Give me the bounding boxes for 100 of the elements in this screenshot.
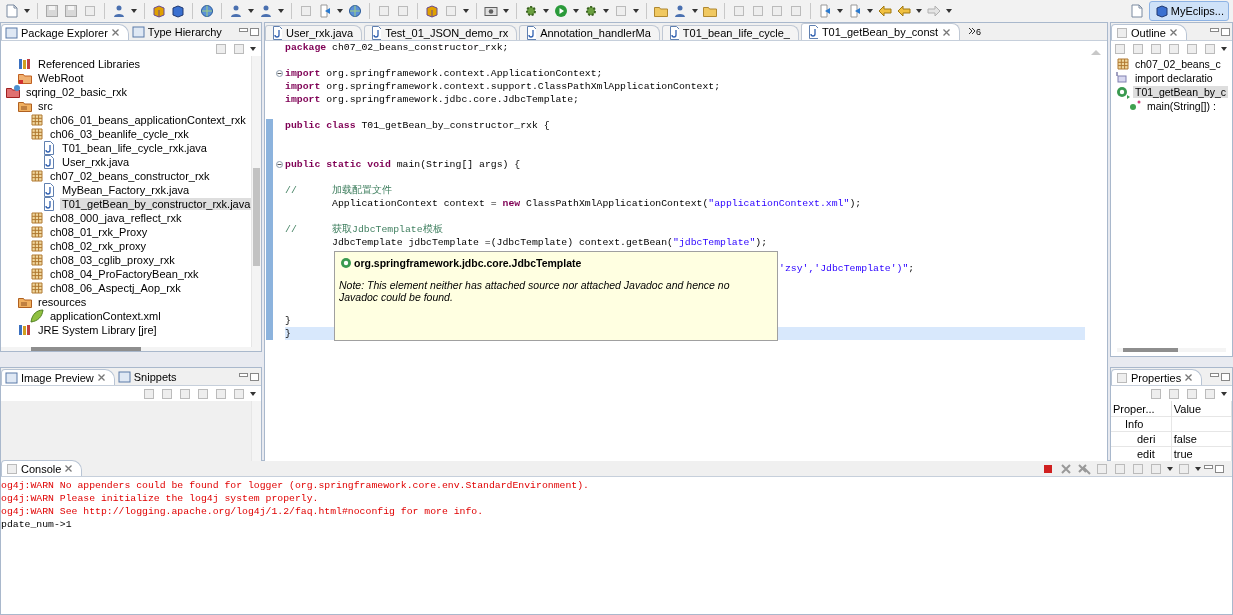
tree-item[interactable]: ch08_06_Aspectj_Aop_rxk <box>1 281 251 295</box>
package-icon <box>29 126 45 142</box>
view-tab[interactable]: Snippets <box>114 369 185 385</box>
tree-item[interactable]: ch06_03_beanlife_cycle_rxk <box>1 127 251 141</box>
tree-item[interactable]: ch08_000_java_reflect_rxk <box>1 211 251 225</box>
editor-tab[interactable]: Annotation_handlerMa <box>519 25 660 40</box>
tree-item[interactable]: sqring_02_basic_rxk <box>1 85 251 99</box>
column-header[interactable]: Proper... <box>1111 401 1172 417</box>
view-tab[interactable]: Type Hierarchy <box>128 24 230 40</box>
view-tab[interactable]: Properties <box>1111 369 1203 385</box>
books-icon <box>17 322 33 338</box>
close-icon[interactable] <box>96 373 106 382</box>
save-all-icon[interactable] <box>63 3 79 19</box>
maximize-icon[interactable] <box>1221 372 1230 381</box>
tree-item[interactable]: User_rxk.java <box>1 155 251 169</box>
property-name: deri <box>1111 431 1172 447</box>
tree-item[interactable]: ch07_02_beans_constructor_rxk <box>1 169 251 183</box>
close-icon[interactable] <box>942 27 952 37</box>
console-line: og4j:WARN See http://logging.apache.org/log4j/1.2/faq.html#noconfig for more info. <box>1 505 485 518</box>
hierarchy-icon <box>130 24 145 40</box>
package-icon <box>29 280 45 296</box>
file-icon <box>369 25 382 41</box>
view-tab[interactable]: Package Explorer <box>1 24 129 40</box>
view-tab[interactable]: Console <box>1 460 83 476</box>
editor-tab[interactable]: T01_bean_life_cycle_ <box>661 25 799 40</box>
file-icon <box>41 154 57 170</box>
console-line: og4j:WARN No appenders could be found for logger (org.springframework.core.env.StandardEnvironment). <box>1 479 590 492</box>
tree-item[interactable]: import declaratio <box>1111 71 1232 85</box>
code-line: ApplicationContext context = new ClassPathXmlApplicationContext("applicationContext.xml"); <box>331 197 863 210</box>
tree-item[interactable]: ch06_01_beans_applicationContext_rxk <box>1 113 251 127</box>
package-icon <box>29 112 45 128</box>
cube-icon[interactable] <box>151 3 167 19</box>
tree-item[interactable]: ch08_01_rxk_Proxy <box>1 225 251 239</box>
close-icon[interactable] <box>110 28 120 37</box>
editor-tab[interactable]: T01_getBean_by_const <box>800 23 961 40</box>
code-line: package ch07_02_beans_constructor_rxk; <box>285 41 510 54</box>
back-icon[interactable] <box>896 3 912 19</box>
file-icon <box>41 182 57 198</box>
debug-icon[interactable] <box>523 3 539 19</box>
tree-item[interactable]: Referenced Libraries <box>1 57 251 71</box>
tree-item[interactable]: main(String[]) : <box>1111 99 1232 113</box>
deploy-icon[interactable] <box>317 3 333 19</box>
person-icon[interactable] <box>111 3 127 19</box>
tree-item[interactable]: ch07_02_beans_c <box>1111 57 1232 71</box>
open-perspective-icon[interactable] <box>1128 3 1145 19</box>
minimize-icon[interactable] <box>1210 372 1219 377</box>
code-line: import org.springframework.context.ApplicationContext; <box>285 67 1085 80</box>
hierarchy-icon <box>116 369 131 385</box>
code-line: // 获取JdbcTemplate模板 <box>285 223 444 236</box>
perspective-button[interactable]: MyEclips... <box>1148 1 1229 21</box>
tree-item[interactable]: src <box>1 99 251 113</box>
close-icon[interactable] <box>64 464 74 473</box>
fold-icon[interactable] <box>276 161 283 168</box>
view-tab[interactable]: Outline <box>1111 24 1187 40</box>
run-icon[interactable] <box>553 3 569 19</box>
package-icon <box>29 238 45 254</box>
code-line: public static void main(String[] args) { <box>285 158 1085 171</box>
file-icon <box>270 25 282 41</box>
code-line: public class T01_getBean_by_constructor_rxk { <box>285 119 551 132</box>
last-edit-icon[interactable] <box>877 3 893 19</box>
tooltip-title: org.springframework.jdbc.core.JdbcTemplate <box>354 257 582 269</box>
close-icon[interactable] <box>1184 373 1194 382</box>
column-header[interactable]: Value <box>1171 401 1232 417</box>
editor-tab[interactable]: User_rxk.java <box>265 25 363 40</box>
maximize-icon[interactable] <box>250 372 259 381</box>
tooltip-note: Note: This element neither has attached source nor attached Javadoc and hence no Javadoc could be found. <box>339 279 731 303</box>
package-icon <box>29 168 45 184</box>
minimize-icon[interactable] <box>1210 27 1219 32</box>
console-line: pdate_num->1 <box>1 518 73 531</box>
tree-item[interactable]: MyBean_Factory_rxk.java <box>1 183 251 197</box>
view-tab[interactable]: Image Preview <box>1 369 115 385</box>
run-tool-icon[interactable] <box>583 3 599 19</box>
minimize-icon[interactable] <box>239 27 248 32</box>
editor-tab[interactable]: Test_01_JSON_demo_rx <box>364 25 518 40</box>
tree-item[interactable]: resources <box>1 295 251 309</box>
package-icon <box>29 266 45 282</box>
code-line: JdbcTemplate jdbcTemplate =(JdbcTemplate) context.getBean("jdbcTemplate"); <box>331 236 769 249</box>
more-tabs-button[interactable]: 6 <box>968 26 982 37</box>
cube-icon[interactable] <box>170 3 186 19</box>
maximize-icon[interactable] <box>1221 27 1230 36</box>
tree-item[interactable]: WebRoot <box>1 71 251 85</box>
view-icon <box>4 369 18 386</box>
tree-item[interactable]: ch08_02_rxk_proxy <box>1 239 251 253</box>
books-icon <box>17 56 33 72</box>
tree-item[interactable]: ch08_04_ProFactoryBean_rxk <box>1 267 251 281</box>
tree-item[interactable]: ch08_03_cglib_proxy_rxk <box>1 253 251 267</box>
code-line: // 加载配置文件 <box>285 184 393 197</box>
next-annotation-icon[interactable] <box>817 3 833 19</box>
save-icon[interactable] <box>44 3 60 19</box>
tree-item[interactable]: applicationContext.xml <box>1 309 251 323</box>
maximize-icon[interactable] <box>1215 464 1224 473</box>
close-icon[interactable] <box>1168 28 1178 37</box>
previous-annotation-icon[interactable] <box>847 3 863 19</box>
tree-item[interactable]: T01_bean_life_cycle_rxk.java <box>1 141 251 155</box>
fold-icon[interactable] <box>276 70 283 77</box>
tree-item[interactable]: JRE System Library [jre] <box>1 323 251 337</box>
code-line: } <box>285 314 292 327</box>
leaf-icon <box>29 308 45 324</box>
minimize-icon[interactable] <box>239 372 248 377</box>
maximize-icon[interactable] <box>250 27 259 36</box>
